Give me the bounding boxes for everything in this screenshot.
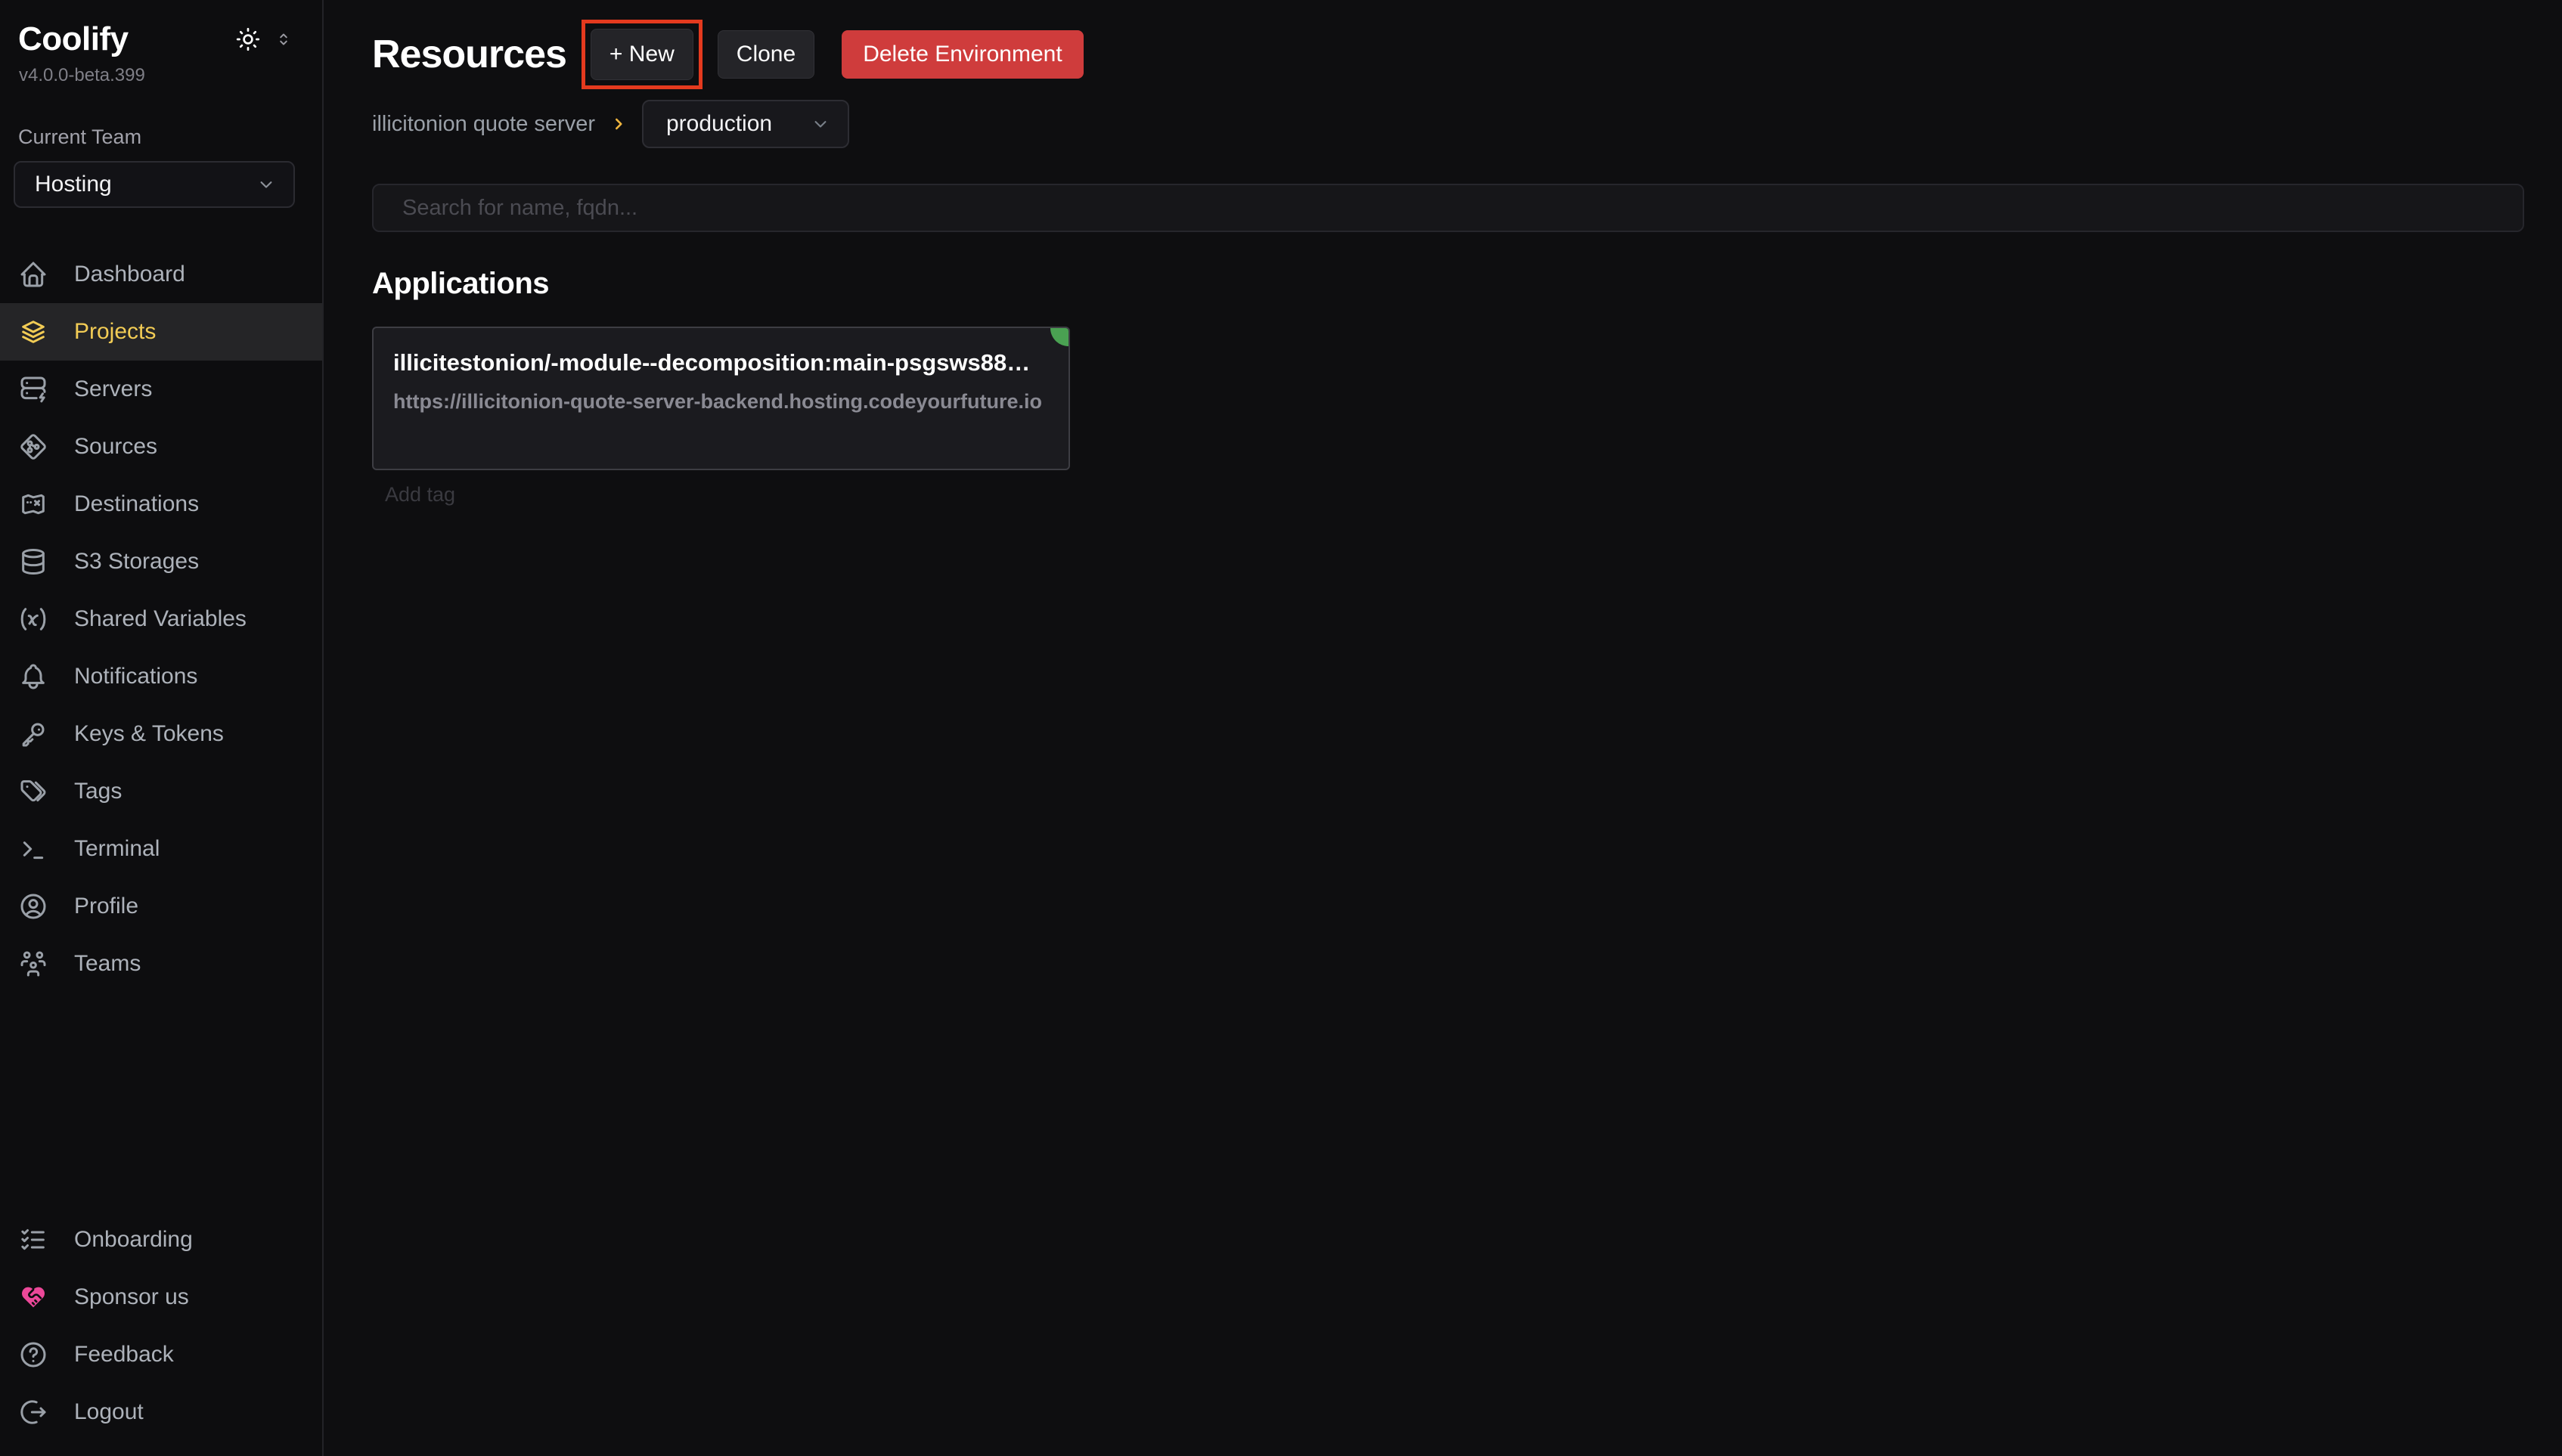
sidebar-item-profile[interactable]: Profile (0, 878, 322, 935)
sidebar-item-terminal[interactable]: Terminal (0, 820, 322, 878)
user-circle-icon (18, 891, 48, 922)
help-circle-icon (18, 1340, 48, 1370)
sidebar-item-label: S3 Storages (74, 549, 199, 575)
git-icon (18, 432, 48, 462)
sidebar-item-label: Feedback (74, 1342, 174, 1368)
sidebar-item-notifications[interactable]: Notifications (0, 648, 322, 705)
application-name: illicitestonion/-module--decomposition:m… (393, 349, 1032, 376)
sidebar-footer: Onboarding Sponsor us Feedback Logout (0, 1211, 322, 1441)
app-version: v4.0.0-beta.399 (0, 56, 322, 86)
annotation-highlight-box: + New (582, 20, 703, 89)
variable-icon (18, 604, 48, 634)
breadcrumb: illicitonion quote server production (372, 100, 2526, 148)
sidebar-item-sponsor-us[interactable]: Sponsor us (0, 1269, 322, 1326)
home-icon (18, 259, 48, 290)
sidebar-item-onboarding[interactable]: Onboarding (0, 1211, 322, 1269)
sidebar-nav: Dashboard Projects Servers Sources Desti… (0, 246, 322, 993)
status-indicator (1050, 328, 1069, 346)
theme-controls (234, 26, 293, 53)
sidebar-item-teams[interactable]: Teams (0, 935, 322, 993)
sidebar-item-servers[interactable]: Servers (0, 361, 322, 418)
chevron-right-icon (609, 114, 628, 134)
sidebar-item-tags[interactable]: Tags (0, 763, 322, 820)
list-check-icon (18, 1225, 48, 1255)
sidebar-item-label: Keys & Tokens (74, 721, 224, 747)
sidebar-item-label: Sponsor us (74, 1284, 189, 1310)
page-title: Resources (372, 32, 566, 77)
sidebar-item-label: Destinations (74, 491, 199, 517)
sidebar: Coolify v4.0.0-beta.399 Current Team Hos… (0, 0, 324, 1456)
users-group-icon (18, 949, 48, 979)
sidebar-item-label: Shared Variables (74, 606, 247, 632)
breadcrumb-project-link[interactable]: illicitonion quote server (372, 112, 595, 137)
team-select-value: Hosting (35, 172, 112, 197)
sidebar-item-label: Tags (74, 779, 122, 804)
sidebar-item-label: Onboarding (74, 1227, 193, 1253)
sidebar-item-label: Profile (74, 894, 138, 919)
app-logo: Coolify (18, 23, 129, 56)
clone-button[interactable]: Clone (718, 30, 814, 79)
heart-handshake-icon (18, 1282, 48, 1312)
sidebar-item-label: Projects (74, 319, 156, 345)
chevron-down-icon (256, 174, 277, 195)
map-icon (18, 489, 48, 519)
main-content: Resources + New Clone Delete Environment… (324, 0, 2562, 1456)
sidebar-item-feedback[interactable]: Feedback (0, 1326, 322, 1383)
current-team-label: Current Team (0, 86, 322, 149)
sidebar-item-s3-storages[interactable]: S3 Storages (0, 533, 322, 590)
key-icon (18, 719, 48, 749)
sidebar-item-label: Dashboard (74, 262, 185, 287)
chevron-down-icon (775, 113, 831, 135)
sidebar-item-sources[interactable]: Sources (0, 418, 322, 476)
tags-icon (18, 776, 48, 807)
sidebar-item-projects[interactable]: Projects (0, 303, 322, 361)
page-header: Resources + New Clone Delete Environment (372, 20, 2526, 89)
server-bolt-icon (18, 374, 48, 404)
applications-section-title: Applications (372, 267, 2526, 301)
application-card[interactable]: illicitestonion/-module--decomposition:m… (372, 327, 1070, 470)
sun-icon[interactable] (234, 26, 262, 53)
sidebar-item-label: Notifications (74, 664, 197, 689)
search-input[interactable] (372, 184, 2524, 232)
sidebar-item-label: Servers (74, 376, 152, 402)
terminal-icon (18, 834, 48, 864)
environment-select[interactable]: production (642, 100, 849, 148)
add-tag-input[interactable]: Add tag (385, 483, 2526, 507)
sidebar-item-shared-variables[interactable]: Shared Variables (0, 590, 322, 648)
sidebar-item-label: Sources (74, 434, 157, 460)
new-button[interactable]: + New (591, 29, 693, 80)
sidebar-item-label: Teams (74, 951, 141, 977)
sidebar-item-label: Logout (74, 1399, 144, 1425)
sidebar-item-keys-tokens[interactable]: Keys & Tokens (0, 705, 322, 763)
sidebar-item-destinations[interactable]: Destinations (0, 476, 322, 533)
sidebar-item-logout[interactable]: Logout (0, 1383, 322, 1441)
delete-environment-button[interactable]: Delete Environment (842, 30, 1083, 79)
team-select[interactable]: Hosting (14, 161, 295, 208)
logout-icon (18, 1397, 48, 1427)
theme-selector-icon[interactable] (274, 29, 293, 49)
brand-row: Coolify (0, 0, 322, 56)
layers-icon (18, 317, 48, 347)
environment-select-value: production (666, 111, 772, 137)
application-url: https://illicitonion-quote-server-backen… (393, 390, 1046, 414)
sidebar-item-label: Terminal (74, 836, 160, 862)
sidebar-item-dashboard[interactable]: Dashboard (0, 246, 322, 303)
database-icon (18, 547, 48, 577)
bell-icon (18, 661, 48, 692)
